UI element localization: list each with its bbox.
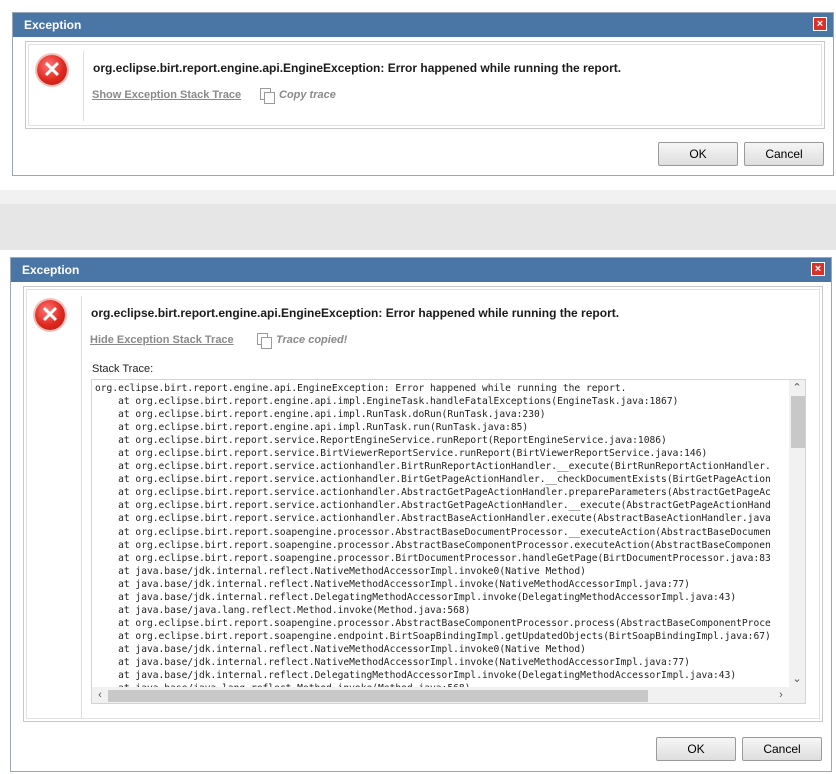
- close-icon[interactable]: ×: [811, 262, 825, 276]
- stack-trace-line: at java.base/jdk.internal.reflect.Native…: [95, 578, 690, 590]
- stack-trace-line: at org.eclipse.birt.report.service.actio…: [95, 513, 771, 525]
- dialog-title: Exception: [24, 18, 82, 32]
- stack-trace-line: at org.eclipse.birt.report.soapengine.pr…: [95, 552, 771, 564]
- stack-trace-line: at org.eclipse.birt.report.service.Repor…: [95, 435, 667, 447]
- copy-trace-button[interactable]: Trace copied!: [257, 332, 357, 350]
- cancel-button[interactable]: Cancel: [744, 142, 824, 166]
- stack-trace-line: at org.eclipse.birt.report.service.actio…: [95, 500, 771, 512]
- scroll-down-icon[interactable]: ⌄: [790, 672, 804, 686]
- copy-icon: [260, 88, 275, 104]
- message-panel: ✕ org.eclipse.birt.report.engine.api.Eng…: [25, 41, 825, 129]
- stack-trace-line: at org.eclipse.birt.report.soapengine.pr…: [95, 617, 771, 629]
- error-message: org.eclipse.birt.report.engine.api.Engin…: [93, 61, 622, 75]
- hide-stack-trace-link[interactable]: Hide Exception Stack Trace: [90, 334, 234, 346]
- dialog-titlebar[interactable]: Exception: [11, 258, 831, 282]
- stack-trace-line: at org.eclipse.birt.report.engine.api.im…: [95, 409, 546, 421]
- copy-icon: [257, 333, 272, 349]
- stack-trace-line: at java.base/jdk.internal.reflect.Native…: [95, 643, 586, 655]
- error-message: org.eclipse.birt.report.engine.api.Engin…: [91, 306, 620, 320]
- ok-button[interactable]: OK: [656, 737, 736, 761]
- scroll-up-icon[interactable]: ⌃: [790, 381, 804, 395]
- stack-trace-line: at java.base/jdk.internal.reflect.Delega…: [95, 670, 737, 682]
- dialog-title: Exception: [22, 263, 80, 277]
- separator-band: [0, 204, 836, 250]
- vertical-scroll-thumb[interactable]: [791, 396, 805, 448]
- stack-trace-text: org.eclipse.birt.report.engine.api.Engin…: [95, 382, 771, 695]
- stack-trace-line: at java.base/java.lang.reflect.Method.in…: [95, 604, 471, 616]
- cancel-button[interactable]: Cancel: [742, 737, 822, 761]
- message-panel: ✕ org.eclipse.birt.report.engine.api.Eng…: [23, 286, 823, 722]
- copy-trace-label: Copy trace: [279, 89, 336, 101]
- stack-trace-line: at java.base/jdk.internal.reflect.Native…: [95, 565, 586, 577]
- divider: [81, 296, 82, 718]
- scroll-left-icon[interactable]: ‹: [93, 688, 107, 702]
- separator-band: [0, 190, 836, 204]
- horizontal-scroll-thumb[interactable]: [108, 690, 648, 702]
- error-icon: ✕: [35, 300, 65, 330]
- stack-trace-box[interactable]: org.eclipse.birt.report.engine.api.Engin…: [91, 379, 806, 704]
- horizontal-scrollbar[interactable]: ‹ ›: [92, 687, 789, 703]
- stack-trace-line: at org.eclipse.birt.report.soapengine.pr…: [95, 539, 771, 551]
- message-frame: [28, 44, 822, 126]
- scroll-corner: [789, 687, 805, 703]
- stack-trace-line: at org.eclipse.birt.report.service.actio…: [95, 474, 771, 486]
- stack-trace-line: at org.eclipse.birt.report.soapengine.en…: [95, 630, 771, 642]
- close-icon[interactable]: ×: [813, 17, 827, 31]
- copy-trace-button[interactable]: Copy trace: [260, 87, 350, 105]
- stack-trace-line: at java.base/jdk.internal.reflect.Delega…: [95, 591, 737, 603]
- error-icon: ✕: [37, 55, 67, 85]
- stack-trace-line: at org.eclipse.birt.report.service.actio…: [95, 487, 771, 499]
- divider: [83, 51, 84, 121]
- stack-trace-line: at org.eclipse.birt.report.soapengine.pr…: [95, 526, 771, 538]
- stack-trace-line: at org.eclipse.birt.report.service.BirtV…: [95, 448, 708, 460]
- exception-dialog-expanded: Exception × ✕ org.eclipse.birt.report.en…: [10, 257, 832, 772]
- trace-copied-label: Trace copied!: [276, 334, 348, 346]
- scroll-right-icon[interactable]: ›: [774, 688, 788, 702]
- stack-trace-line: org.eclipse.birt.report.engine.api.Engin…: [95, 383, 627, 394]
- stack-trace-line: at org.eclipse.birt.report.engine.api.im…: [95, 396, 679, 408]
- stack-trace-label: Stack Trace:: [92, 363, 154, 375]
- dialog-titlebar[interactable]: Exception: [13, 13, 833, 37]
- show-stack-trace-link[interactable]: Show Exception Stack Trace: [92, 89, 241, 101]
- stack-trace-line: at java.base/jdk.internal.reflect.Native…: [95, 656, 690, 668]
- stack-trace-line: at org.eclipse.birt.report.service.actio…: [95, 461, 771, 473]
- stack-trace-line: at org.eclipse.birt.report.engine.api.im…: [95, 422, 529, 434]
- vertical-scrollbar[interactable]: ⌃ ⌄: [789, 380, 805, 687]
- ok-button[interactable]: OK: [658, 142, 738, 166]
- exception-dialog-collapsed: Exception × ✕ org.eclipse.birt.report.en…: [12, 12, 834, 176]
